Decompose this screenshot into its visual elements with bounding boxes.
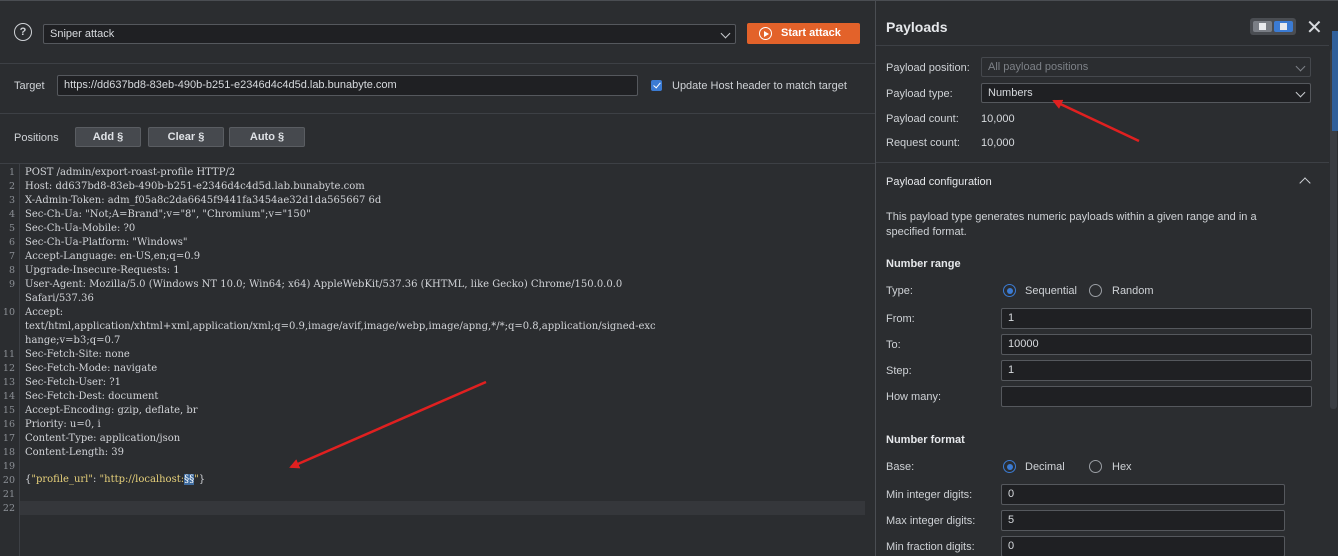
annotation-arrows <box>289 99 1140 469</box>
annotation-arrow-payload-type <box>1052 99 1140 143</box>
annotation-arrow-marker <box>289 380 487 469</box>
intruder-window: ? Sniper attack Start attack Target http… <box>0 0 1338 556</box>
